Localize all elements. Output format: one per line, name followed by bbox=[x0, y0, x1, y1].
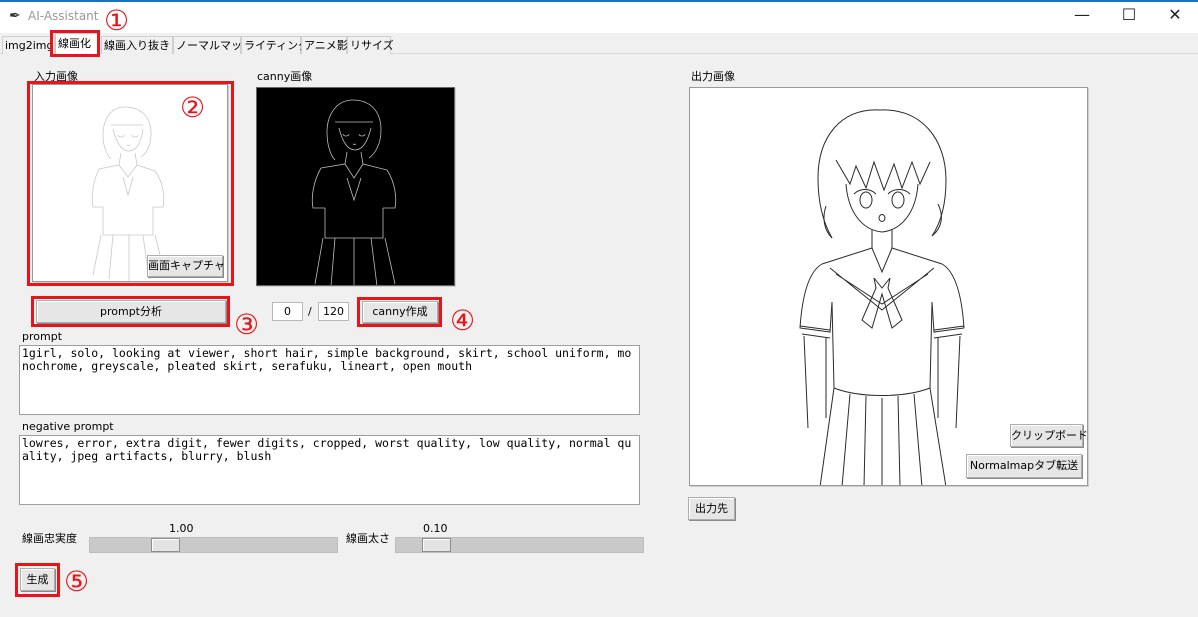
annotation-1: ① bbox=[104, 4, 130, 37]
negative-prompt-textarea[interactable]: lowres, error, extra digit, fewer digits… bbox=[19, 435, 640, 505]
thickness-slider-thumb[interactable] bbox=[422, 538, 451, 552]
canny-low-input[interactable]: 0 bbox=[272, 302, 303, 321]
prompt-label: prompt bbox=[22, 330, 63, 343]
title-bar bbox=[0, 0, 1198, 33]
annotation-box-4 bbox=[357, 297, 442, 327]
tab-lineart-extract[interactable]: 線画入り抜き bbox=[101, 36, 173, 54]
fidelity-label: 線画忠実度 bbox=[22, 532, 77, 545]
title-bar-accent bbox=[0, 0, 1198, 2]
annotation-3: ③ bbox=[234, 308, 260, 341]
thickness-value: 0.10 bbox=[423, 522, 448, 535]
minimize-button[interactable]: — bbox=[1059, 0, 1105, 32]
annotation-box-1 bbox=[50, 30, 100, 57]
prompt-textarea[interactable]: 1girl, solo, looking at viewer, short ha… bbox=[19, 345, 640, 415]
window-title: AI-Assistant bbox=[28, 9, 99, 23]
thickness-slider[interactable] bbox=[395, 537, 644, 553]
tab-anime-shadow[interactable]: アニメ影 bbox=[301, 36, 348, 54]
annotation-4: ④ bbox=[450, 304, 476, 337]
feather-icon: ✒ bbox=[9, 8, 21, 24]
annotation-2: ② bbox=[180, 91, 206, 124]
fidelity-slider[interactable] bbox=[89, 537, 338, 553]
tab-normal-map[interactable]: ノーマルマップ bbox=[173, 36, 253, 54]
output-image-label: 出力画像 bbox=[691, 70, 735, 83]
tab-img2img[interactable]: img2img bbox=[2, 36, 55, 54]
tab-lighting[interactable]: ライティング bbox=[241, 36, 309, 54]
canny-image bbox=[256, 87, 455, 286]
canny-high-input[interactable]: 120 bbox=[318, 302, 349, 321]
close-button[interactable]: ✕ bbox=[1152, 0, 1198, 32]
fidelity-value: 1.00 bbox=[169, 522, 194, 535]
canny-image-label: canny画像 bbox=[257, 70, 313, 83]
annotation-box-3 bbox=[31, 296, 230, 327]
output-destination-button[interactable]: 出力先 bbox=[688, 497, 735, 520]
annotation-5: ⑤ bbox=[64, 565, 90, 598]
thickness-label: 線画太さ bbox=[346, 532, 390, 545]
clipboard-button[interactable]: クリップボード bbox=[1010, 424, 1088, 447]
canny-separator: / bbox=[308, 305, 312, 318]
normalmap-send-button[interactable]: Normalmapタブ転送 bbox=[966, 454, 1082, 478]
tab-resize[interactable]: リサイズ bbox=[347, 36, 394, 54]
canny-edge-image bbox=[311, 99, 397, 285]
screen-capture-button[interactable]: 画面キャプチャ bbox=[147, 255, 225, 277]
annotation-box-5 bbox=[15, 563, 60, 597]
negative-prompt-label: negative prompt bbox=[22, 420, 114, 433]
maximize-button[interactable]: ☐ bbox=[1106, 0, 1152, 32]
fidelity-slider-thumb[interactable] bbox=[151, 538, 180, 552]
